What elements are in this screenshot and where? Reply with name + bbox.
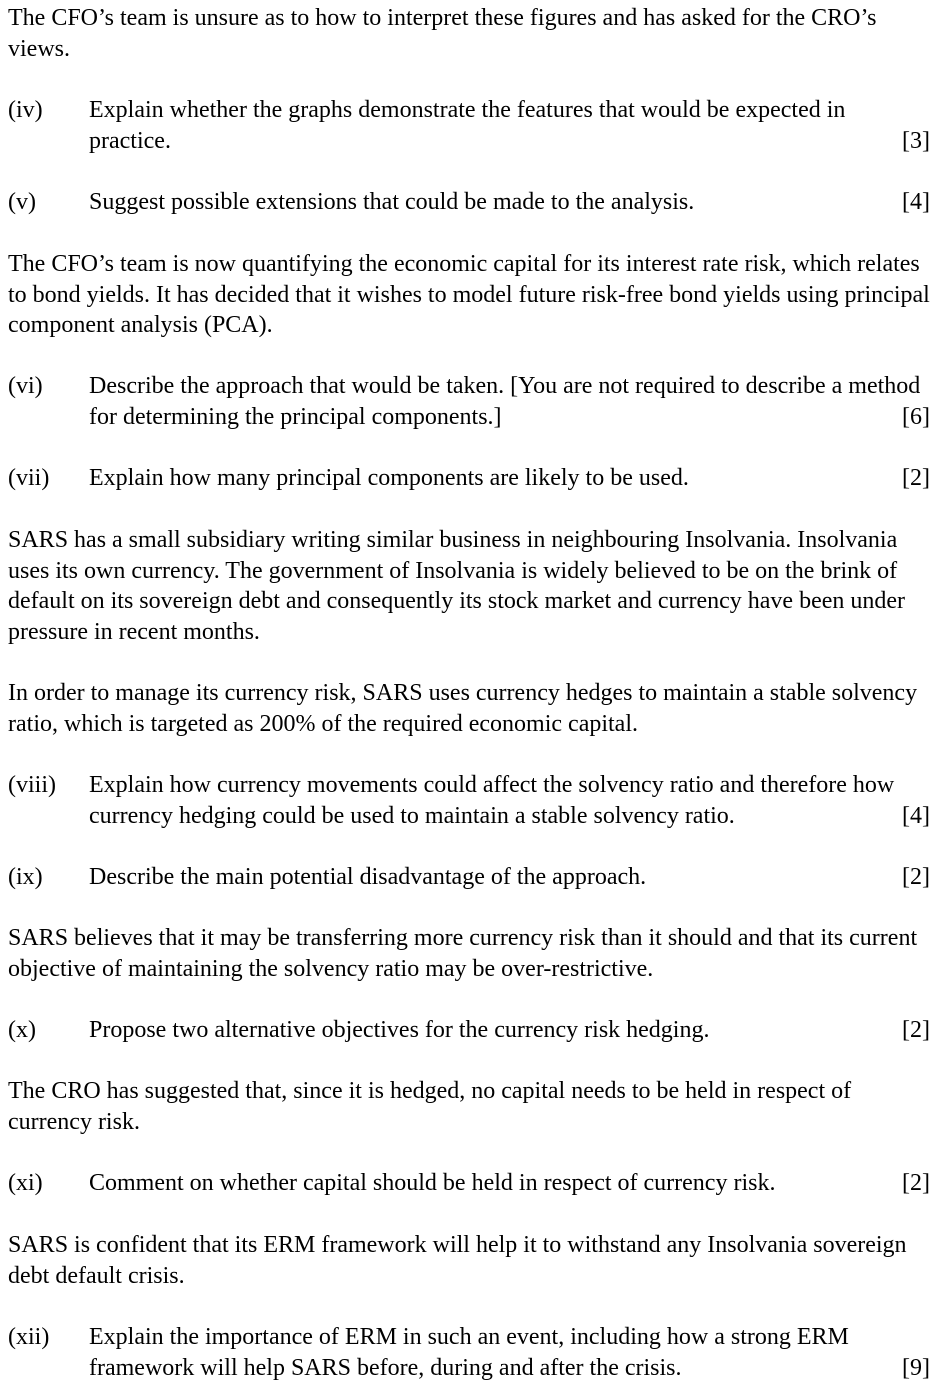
question-viii: (viii) Explain how currency movements co…: [8, 770, 930, 831]
question-xii: (xii) Explain the importance of ERM in s…: [8, 1322, 930, 1383]
question-vi: (vi) Describe the approach that would be…: [8, 371, 930, 432]
document-page: The CFO’s team is unsure as to how to in…: [0, 0, 942, 1394]
question-marks: [2]: [902, 1017, 930, 1043]
question-text: Suggest possible extensions that could b…: [89, 189, 695, 215]
cro-suggestion-paragraph: The CRO has suggested that, since it is …: [8, 1078, 852, 1135]
question-text: Describe the main potential disadvantage…: [89, 864, 647, 890]
transfer-risk-paragraph: SARS believes that it may be transferrin…: [8, 925, 918, 982]
question-text: Explain how many principal components ar…: [89, 465, 689, 491]
question-marks: [4]: [902, 189, 930, 215]
currency-risk-paragraph: In order to manage its currency risk, SA…: [8, 680, 918, 737]
question-number: (ix): [8, 864, 43, 890]
question-marks: [6]: [902, 403, 930, 430]
question-text: Explain the importance of ERM in such an…: [89, 1324, 849, 1381]
question-number: (x): [8, 1017, 36, 1043]
question-text: Comment on whether capital should be hel…: [89, 1170, 776, 1196]
question-marks: [2]: [902, 1170, 930, 1196]
question-marks: [2]: [902, 864, 930, 890]
question-text: Explain whether the graphs demonstrate t…: [89, 97, 846, 154]
question-v: (v) Suggest possible extensions that cou…: [8, 187, 930, 218]
question-marks: [4]: [902, 802, 930, 829]
question-iv: (iv) Explain whether the graphs demonstr…: [8, 95, 930, 156]
question-vii: (vii) Explain how many principal compone…: [8, 463, 930, 494]
question-number: (vii): [8, 465, 50, 491]
question-marks: [2]: [902, 465, 930, 491]
question-ix: (ix) Describe the main potential disadva…: [8, 862, 930, 893]
question-text: Propose two alternative objectives for t…: [89, 1017, 710, 1043]
question-marks: [9]: [902, 1354, 930, 1381]
question-text: Explain how currency movements could aff…: [89, 772, 895, 829]
question-x: (x) Propose two alternative objectives f…: [8, 1015, 930, 1046]
intro-paragraph: The CFO’s team is unsure as to how to in…: [8, 5, 877, 62]
question-number: (xi): [8, 1170, 43, 1196]
question-number: (xii): [8, 1324, 50, 1350]
question-number: (v): [8, 189, 36, 215]
subsidiary-paragraph: SARS has a small subsidiary writing simi…: [8, 527, 906, 645]
erm-confidence-paragraph: SARS is confident that its ERM framework…: [8, 1232, 907, 1289]
bond-yield-paragraph: The CFO’s team is now quantifying the ec…: [8, 251, 930, 339]
question-number: (vi): [8, 373, 43, 399]
question-number: (viii): [8, 772, 56, 798]
question-marks: [3]: [902, 127, 930, 154]
question-number: (iv): [8, 97, 43, 123]
question-text: Describe the approach that would be take…: [89, 373, 921, 430]
question-xi: (xi) Comment on whether capital should b…: [8, 1168, 930, 1199]
